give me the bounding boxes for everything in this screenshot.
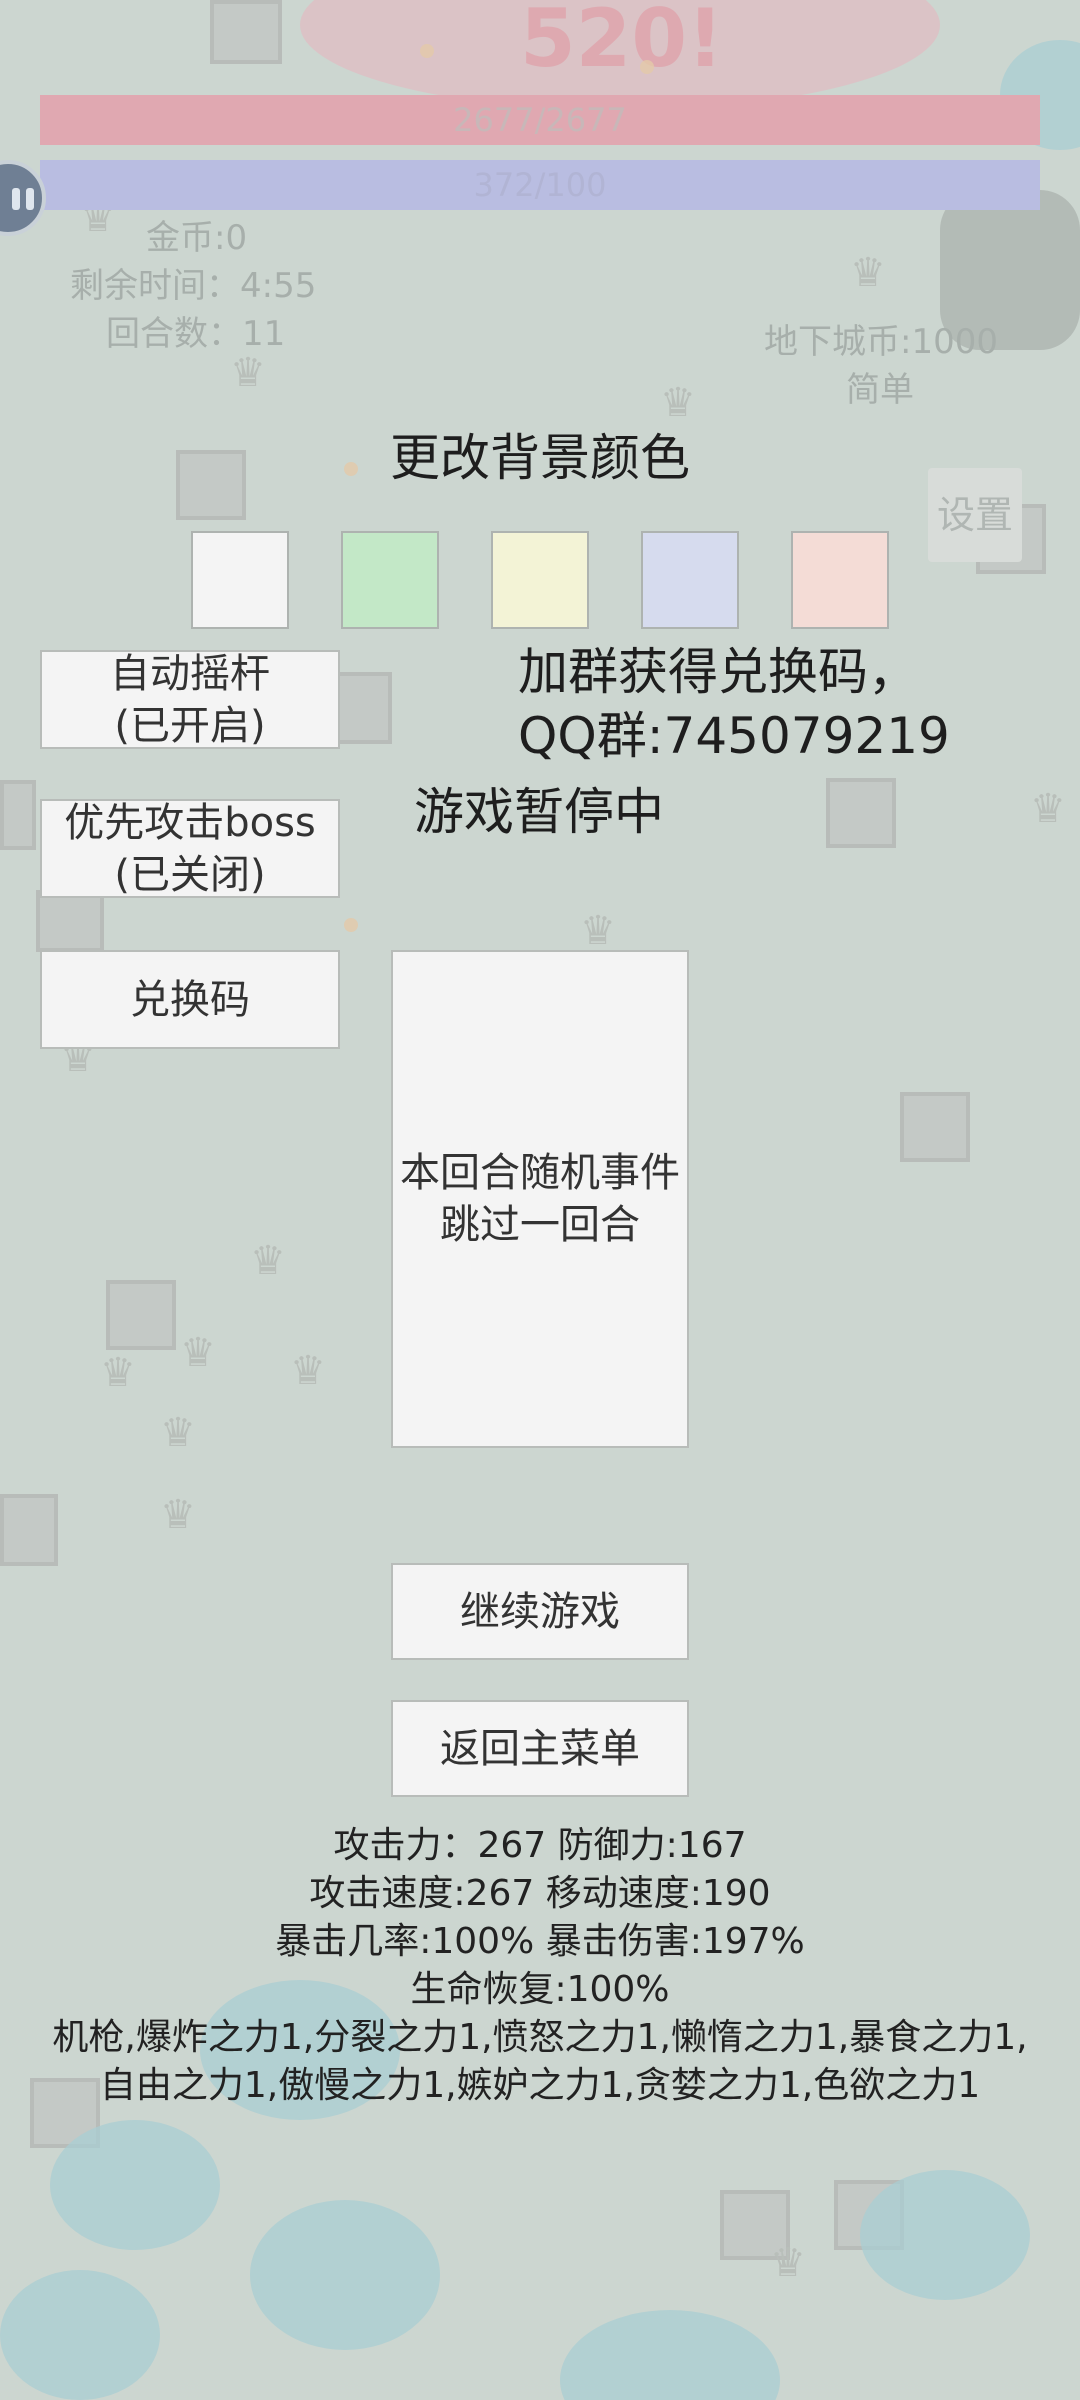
hp-text: 2677/2677 (453, 101, 627, 139)
round-counter: 回合数：11 (106, 314, 286, 354)
background-color-title: 更改背景颜色 (390, 429, 690, 487)
crown-icon: ♛ (100, 1350, 136, 1396)
blue-slime (250, 2200, 440, 2350)
notice-line-1: 加群获得兑换码， (518, 643, 918, 701)
obstacle-block (106, 1280, 176, 1350)
blue-slime (860, 2170, 1030, 2300)
mp-bar: 372/100 (40, 160, 1040, 210)
difficulty-label: 简单 (846, 370, 914, 410)
auto-joystick-button[interactable]: 自动摇杆 (已开启) (40, 650, 340, 749)
blue-slime (0, 2270, 160, 2400)
pause-icon (12, 188, 20, 210)
crown-icon: ♛ (290, 1348, 326, 1394)
player-stats: 攻击力：267 防御力:167 攻击速度:267 移动速度:190 暴击几率:1… (0, 1822, 1080, 2110)
color-swatch-blue[interactable] (641, 531, 739, 629)
blue-slime (50, 2120, 220, 2250)
gold-counter: 金币:0 (146, 218, 248, 258)
redeem-code-button[interactable]: 兑换码 (40, 950, 340, 1049)
obstacle-block (0, 780, 36, 850)
time-remaining: 剩余时间：4:55 (70, 266, 317, 306)
mp-text: 372/100 (473, 166, 607, 204)
dungeon-coins: 地下城币:1000 (764, 322, 998, 362)
notice-qq-group: QQ群:745079219 (518, 707, 950, 765)
paused-label: 游戏暂停中 (414, 783, 664, 841)
crown-icon: ♛ (850, 250, 886, 296)
obstacle-block (210, 0, 282, 64)
pause-icon (26, 188, 34, 210)
crit-stats: 暴击几率:100% 暴击伤害:197% (275, 1921, 805, 1962)
continue-game-button[interactable]: 继续游戏 (391, 1563, 689, 1660)
random-event-panel: 本回合随机事件 跳过一回合 (391, 950, 689, 1448)
color-swatch-green[interactable] (341, 531, 439, 629)
main-menu-button[interactable]: 返回主菜单 (391, 1700, 689, 1797)
crown-icon: ♛ (1030, 786, 1066, 832)
crown-icon: ♛ (580, 908, 616, 954)
obstacle-block (0, 1494, 58, 1566)
attack-defense-stats: 攻击力：267 防御力:167 (333, 1825, 747, 1866)
obstacle-block (900, 1092, 970, 1162)
crown-icon: ♛ (230, 350, 266, 396)
regen-stats: 生命恢复:100% (410, 1969, 670, 2010)
coin-drop (344, 918, 358, 932)
coin-drop (640, 60, 654, 74)
group-notice: 加群获得兑换码， QQ群:745079219 (518, 640, 950, 768)
crown-icon: ♛ (160, 1410, 196, 1456)
damage-popup: 520! (520, 0, 724, 85)
crown-icon: ♛ (160, 1492, 196, 1538)
speed-stats: 攻击速度:267 移动速度:190 (309, 1873, 771, 1914)
coin-drop (420, 44, 434, 58)
color-swatch-yellow[interactable] (491, 531, 589, 629)
boss-priority-button[interactable]: 优先攻击boss (已关闭) (40, 799, 340, 898)
color-swatch-pink[interactable] (791, 531, 889, 629)
blue-slime (560, 2310, 780, 2400)
crown-icon: ♛ (180, 1330, 216, 1376)
owned-items: 机枪,爆炸之力1,分裂之力1,愤怒之力1,懒惰之力1,暴食之力1,自由之力1,傲… (52, 2017, 1028, 2106)
crown-icon: ♛ (770, 2240, 806, 2286)
crown-icon: ♛ (250, 1238, 286, 1284)
obstacle-block (826, 778, 896, 848)
color-swatch-white[interactable] (191, 531, 289, 629)
hp-bar: 2677/2677 (40, 95, 1040, 145)
